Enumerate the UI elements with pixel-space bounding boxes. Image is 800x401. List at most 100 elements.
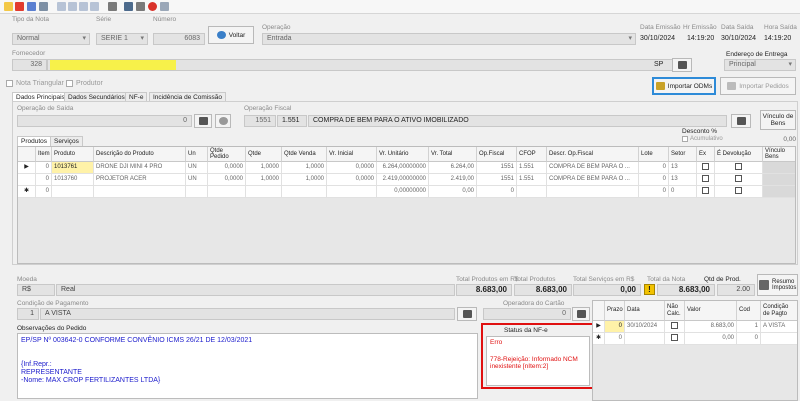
cell-descr-op-fiscal[interactable]: COMPRA DE BEM PARA O ... [547, 174, 639, 186]
importar-odms-button[interactable]: Importar ODMs [652, 77, 716, 95]
cell-produto[interactable]: 1013760 [52, 174, 94, 186]
cell-cod[interactable]: 1 [737, 321, 761, 333]
cell-ex-checkbox[interactable] [697, 162, 715, 174]
cell-setor[interactable]: 13 [669, 174, 697, 186]
header-e-devolucao[interactable]: É Devolução [715, 147, 763, 162]
operacao-saida-field[interactable]: 0 [17, 115, 192, 127]
cell-lote[interactable]: 0 [639, 162, 669, 174]
cell-vr-total[interactable]: 0,00 [429, 186, 477, 198]
cell-data[interactable] [625, 333, 665, 345]
cell-item[interactable]: 0 [36, 162, 52, 174]
header-ex[interactable]: Ex [697, 147, 715, 162]
next-icon[interactable] [79, 2, 88, 11]
cell-vr-unitario[interactable]: 0,00000000 [377, 186, 429, 198]
first-icon[interactable] [57, 2, 66, 11]
cell-vinculo-bens-button[interactable] [763, 174, 795, 186]
cell-devolucao-checkbox[interactable] [715, 174, 763, 186]
row-indicator[interactable]: ✱ [18, 186, 36, 198]
delete-icon[interactable] [15, 2, 24, 11]
cell-produto[interactable] [52, 186, 94, 198]
header-qtde-pedido[interactable]: Qtde Pedido [208, 147, 246, 162]
row-indicator[interactable]: ▶ [593, 321, 605, 333]
cell-op-fiscal[interactable]: 0 [477, 186, 517, 198]
cell-op-fiscal[interactable]: 1551 [477, 174, 517, 186]
cell-vinculo-bens-button[interactable] [763, 186, 795, 198]
print-icon[interactable] [108, 2, 117, 11]
nota-triangular-checkbox[interactable]: Nota Triangular [6, 80, 64, 87]
endereco-select[interactable]: Principal [724, 59, 796, 71]
tab-produtos[interactable]: Produtos [17, 136, 52, 146]
cell-vr-total[interactable]: 6.264,00 [429, 162, 477, 174]
cell-valor[interactable]: 0,00 [685, 333, 737, 345]
cell-produto[interactable]: 1013761 [52, 162, 94, 174]
undo-icon[interactable] [39, 2, 48, 11]
header-vr-unitario[interactable]: Vr. Unitário [377, 147, 429, 162]
cell-qtde[interactable] [246, 186, 282, 198]
fornecedor-search-button[interactable] [672, 58, 692, 72]
operacao-saida-search-button[interactable] [194, 114, 212, 128]
header-item[interactable]: Item [36, 147, 52, 162]
last-icon[interactable] [90, 2, 99, 11]
operacao-select[interactable]: Entrada [262, 33, 636, 45]
header-valor[interactable]: Valor [685, 301, 737, 321]
cell-un[interactable] [186, 186, 208, 198]
cell-condicao-pagto[interactable] [761, 333, 797, 345]
produtor-checkbox[interactable]: Produtor [66, 80, 103, 87]
cell-qtde[interactable]: 1,0000 [246, 174, 282, 186]
fornecedor-code[interactable]: 328 [12, 59, 47, 71]
cell-descricao[interactable]: DRONE DJI MINI 4 PRO [94, 162, 186, 174]
cell-item[interactable]: 0 [36, 174, 52, 186]
cell-vr-inicial[interactable] [327, 186, 377, 198]
header-descricao[interactable]: Descrição do Produto [94, 147, 186, 162]
cell-vinculo-bens-button[interactable] [763, 162, 795, 174]
voltar-button[interactable]: Voltar [208, 26, 254, 44]
header-vr-inicial[interactable]: Vr. Inicial [327, 147, 377, 162]
cell-qtde-venda[interactable]: 1,0000 [282, 174, 327, 186]
cell-cfop[interactable]: 1.551 [517, 174, 547, 186]
cell-cod[interactable]: 0 [737, 333, 761, 345]
cell-setor[interactable]: 13 [669, 162, 697, 174]
cell-valor[interactable]: 8.683,00 [685, 321, 737, 333]
header-cfop[interactable]: CFOP [517, 147, 547, 162]
condicao-pagamento-code[interactable]: 1 [17, 308, 39, 320]
cell-prazo[interactable]: 0 [605, 321, 625, 333]
tab-servicos[interactable]: Serviços [50, 136, 83, 146]
cell-cfop[interactable]: 1.551 [517, 162, 547, 174]
cell-qtde-pedido[interactable] [208, 186, 246, 198]
operadora-cartao-search-button[interactable] [572, 307, 590, 321]
condicao-pagamento-search-button[interactable] [457, 307, 477, 321]
cell-vr-total[interactable]: 2.419,00 [429, 174, 477, 186]
header-condicao-pagto[interactable]: Condição de Pagto [761, 301, 797, 321]
cell-condicao-pagto[interactable]: A VISTA [761, 321, 797, 333]
cell-ex-checkbox[interactable] [697, 186, 715, 198]
header-qtde-venda[interactable]: Qtde Venda [282, 147, 327, 162]
header-setor[interactable]: Setor [669, 147, 697, 162]
cell-qtde-pedido[interactable]: 0,0000 [208, 174, 246, 186]
save-icon[interactable] [27, 2, 36, 11]
header-prazo[interactable]: Prazo [605, 301, 625, 321]
cell-nao-calc-checkbox[interactable] [665, 321, 685, 333]
cell-nao-calc-checkbox[interactable] [665, 333, 685, 345]
cell-qtde-venda[interactable] [282, 186, 327, 198]
tipo-nota-select[interactable]: Normal [12, 33, 90, 45]
prev-icon[interactable] [68, 2, 77, 11]
header-vr-total[interactable]: Vr. Total [429, 147, 477, 162]
cell-ex-checkbox[interactable] [697, 174, 715, 186]
header-lote[interactable]: Lote [639, 147, 669, 162]
cell-un[interactable]: UN [186, 174, 208, 186]
operacao-fiscal-search-button[interactable] [731, 114, 751, 128]
observacoes-textarea[interactable]: EP/SP Nº 003642-0 CONFORME CONVÊNIO ICMS… [17, 333, 478, 399]
cell-vr-unitario[interactable]: 2.419,00000000 [377, 174, 429, 186]
operadora-cartao-field[interactable]: 0 [483, 308, 571, 320]
cell-descricao[interactable] [94, 186, 186, 198]
cell-devolucao-checkbox[interactable] [715, 162, 763, 174]
cell-qtde-venda[interactable]: 1,0000 [282, 162, 327, 174]
cell-qtde-pedido[interactable]: 0,0000 [208, 162, 246, 174]
row-indicator[interactable]: ▶ [18, 162, 36, 174]
cell-prazo[interactable]: 0 [605, 333, 625, 345]
cell-qtde[interactable]: 1,0000 [246, 162, 282, 174]
header-nao-calc[interactable]: Não Calc. [665, 301, 685, 321]
cell-descr-op-fiscal[interactable]: COMPRA DE BEM PARA O ... [547, 162, 639, 174]
acumulativo-checkbox[interactable]: Acumulativo [682, 136, 723, 142]
header-data[interactable]: Data [625, 301, 665, 321]
